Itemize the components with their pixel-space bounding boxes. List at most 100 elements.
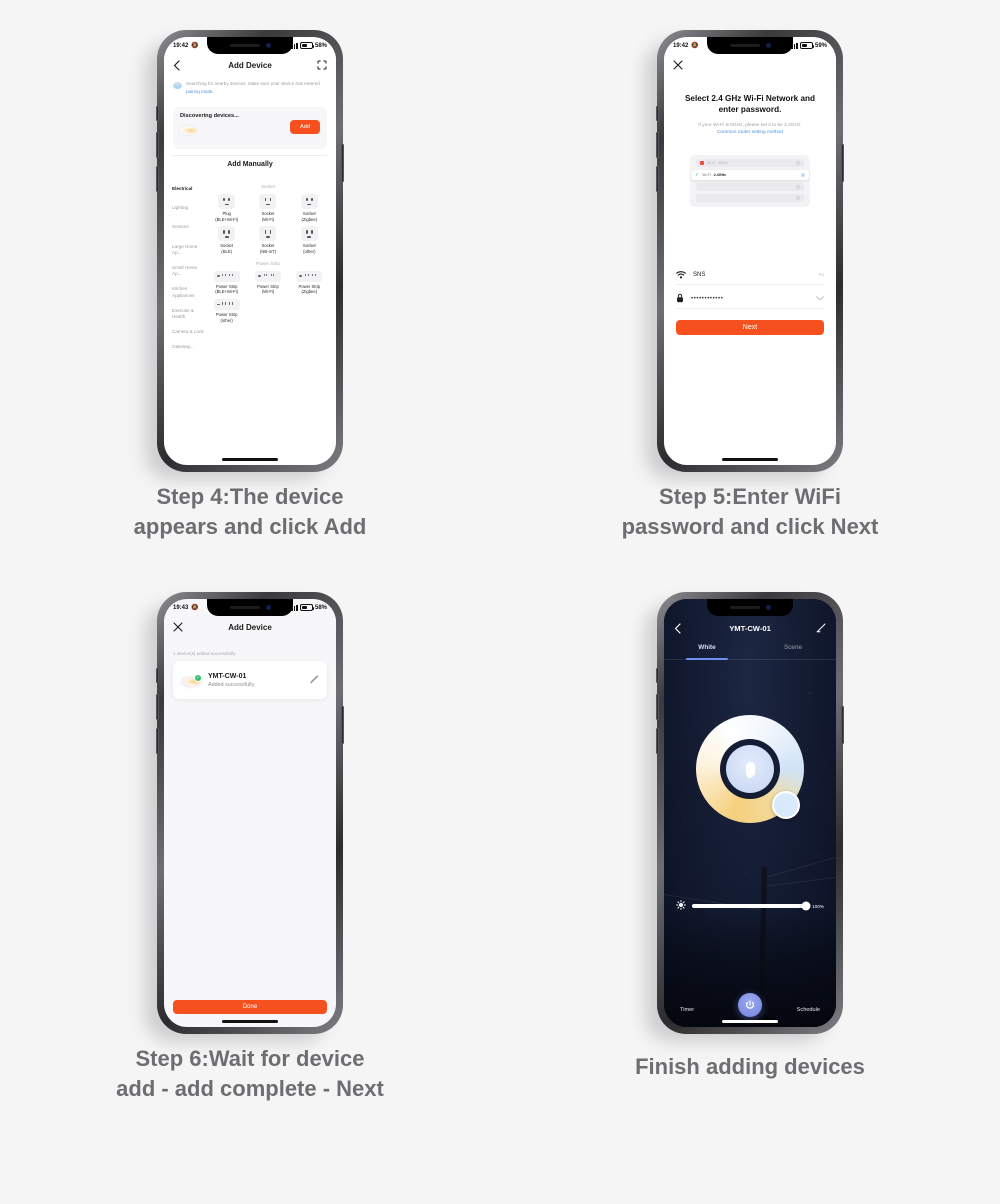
add-manually-heading: Add Manually	[227, 161, 273, 168]
device-label: Socket (other)	[302, 243, 316, 255]
volume-down-button[interactable]	[656, 166, 659, 192]
category-item-exercise-health[interactable]: Exercise & Health	[172, 308, 204, 320]
device-cell[interactable]: Socket (NB-IoT)	[247, 226, 288, 254]
mute-switch[interactable]	[156, 106, 159, 121]
category-item-electrical[interactable]: Electrical	[172, 186, 204, 192]
mute-bell-icon: 🔕	[191, 605, 199, 611]
notch	[707, 37, 793, 54]
socket-icon	[218, 226, 236, 242]
brightness-value: 100%	[812, 903, 824, 909]
battery-percent: 58%	[314, 604, 327, 611]
device-cell[interactable]: Socket (other)	[289, 226, 330, 254]
step-block-2: 19:42 🔕 59% Select 2.4 GHz Wi-Fi Network…	[500, 20, 1000, 539]
home-indicator[interactable]	[222, 1020, 278, 1023]
add-button[interactable]: Add	[290, 120, 320, 134]
added-device-card[interactable]: ✓ YMT-CW-01 Added successfully	[173, 661, 327, 699]
power-side-button[interactable]	[841, 144, 844, 182]
done-button[interactable]: Done	[173, 1000, 327, 1014]
color-temperature-handle[interactable]	[772, 791, 800, 819]
chevron-left-icon[interactable]	[674, 622, 681, 634]
phone-frame-4: YMT-CW-01 White Scene 100% Timer Schedul…	[656, 592, 844, 1034]
volume-up-button[interactable]	[156, 132, 159, 158]
close-x-icon[interactable]	[173, 622, 183, 632]
notch	[707, 599, 793, 616]
power-side-button[interactable]	[841, 706, 844, 744]
discovered-device-icon[interactable]	[180, 126, 197, 135]
group-title-power-strip: Power Strip	[256, 260, 280, 266]
searching-text-block: Searching for nearby devices. Make sure …	[186, 81, 327, 96]
volume-up-button[interactable]	[656, 694, 659, 720]
home-indicator[interactable]	[222, 458, 278, 461]
router-row-5ghz: Wi-Fi - 5GHz	[696, 159, 804, 167]
status-time: 19:42	[173, 42, 189, 49]
app-bar-2	[664, 54, 836, 76]
caption-step-6: Step 6:Wait for device add - add complet…	[116, 1046, 384, 1102]
battery-icon	[799, 42, 815, 49]
mute-switch[interactable]	[156, 668, 159, 683]
searching-text: Searching for nearby devices. Make sure …	[186, 81, 320, 86]
device-status: Added successfully	[208, 681, 255, 688]
ssid-tail-text: Fu	[818, 272, 824, 277]
power-side-button[interactable]	[341, 706, 344, 744]
volume-down-button[interactable]	[156, 166, 159, 192]
step-block-1: 19:42 🔕 58% Add Device Searching for nea…	[0, 20, 500, 539]
category-item-small-home-appliances[interactable]: Small Home Ap...	[172, 265, 204, 277]
pairing-mode-link[interactable]: pairing mode.	[186, 89, 214, 96]
device-cell[interactable]: Power Strip (Wi-Fi)	[247, 270, 288, 295]
device-cell[interactable]: Power Strip (other)	[206, 299, 247, 323]
green-check-icon: ✓	[695, 172, 700, 178]
password-field-row[interactable]: ••••••••••••	[676, 289, 824, 309]
scan-qr-icon[interactable]	[317, 60, 327, 70]
category-item-gateway[interactable]: Gateway...	[172, 344, 204, 350]
timer-button[interactable]: Timer	[680, 1007, 694, 1013]
tab-scene[interactable]: Scene	[750, 642, 836, 659]
category-item-camera-lock[interactable]: Camera & Lock	[172, 329, 204, 335]
brightness-slider[interactable]	[692, 901, 811, 911]
device-cell[interactable]: Socket (Zigbee)	[289, 194, 330, 222]
power-toggle-button[interactable]	[738, 993, 762, 1017]
volume-down-button[interactable]	[656, 728, 659, 754]
color-temperature-ring[interactable]	[696, 715, 804, 823]
home-indicator[interactable]	[722, 458, 778, 461]
volume-down-button[interactable]	[156, 728, 159, 754]
category-list: Electrical Lighting Sensors Large Home A…	[164, 182, 204, 465]
pencil-icon[interactable]	[816, 623, 826, 633]
router-row-24ghz[interactable]: ✓ Wi-Fi - 2.4GHz	[691, 170, 809, 180]
device-cell[interactable]: Plug (BLE+Wi-Fi)	[206, 194, 247, 222]
device-cell[interactable]: Socket (BLE)	[206, 226, 247, 254]
device-cell[interactable]: Power Strip (BLE+Wi-Fi)	[206, 270, 247, 295]
earpiece-speaker	[229, 606, 260, 609]
next-button[interactable]: Next	[676, 320, 824, 335]
power-side-button[interactable]	[341, 144, 344, 182]
volume-up-button[interactable]	[156, 694, 159, 720]
category-item-lighting[interactable]: Lighting	[172, 205, 204, 211]
home-indicator[interactable]	[722, 1020, 778, 1023]
device-cell[interactable]: Socket (Wi-Fi)	[247, 194, 288, 222]
device-cell[interactable]: Power Strip (Zigbee)	[289, 270, 330, 295]
mute-switch[interactable]	[656, 668, 659, 683]
discovering-card: Discovering devices... Add	[173, 107, 327, 149]
chevron-down-icon[interactable]	[816, 295, 824, 302]
chevron-left-icon[interactable]	[173, 59, 180, 71]
pencil-icon[interactable]	[310, 671, 319, 689]
close-x-icon[interactable]	[673, 60, 683, 70]
front-camera	[765, 605, 771, 610]
tab-white[interactable]: White	[664, 642, 750, 659]
router-setting-link[interactable]: Common router setting method	[676, 130, 824, 135]
ssid-field-row[interactable]: SNS Fu	[676, 265, 824, 285]
category-item-large-home-appliances[interactable]: Large Home Ap...	[172, 244, 204, 256]
lock-icon	[676, 290, 684, 308]
brightness-slider-knob[interactable]	[801, 901, 811, 911]
volume-up-button[interactable]	[656, 132, 659, 158]
step-block-3: 19:43 🔕 58% Add Device 1 device(s) added…	[0, 582, 500, 1101]
category-item-kitchen-appliances[interactable]: Kitchen Appliances	[172, 286, 204, 298]
mute-bell-icon: 🔕	[191, 43, 199, 49]
device-label: Power Strip (Wi-Fi)	[257, 283, 279, 295]
app-bar-4: YMT-CW-01	[664, 616, 836, 640]
schedule-button[interactable]: Schedule	[797, 1007, 820, 1013]
mute-switch[interactable]	[656, 106, 659, 121]
ceiling-lamp-icon: ✓	[181, 673, 202, 686]
red-x-icon	[700, 161, 704, 165]
power-strip-icon	[213, 270, 240, 282]
category-item-sensors[interactable]: Sensors	[172, 224, 204, 230]
